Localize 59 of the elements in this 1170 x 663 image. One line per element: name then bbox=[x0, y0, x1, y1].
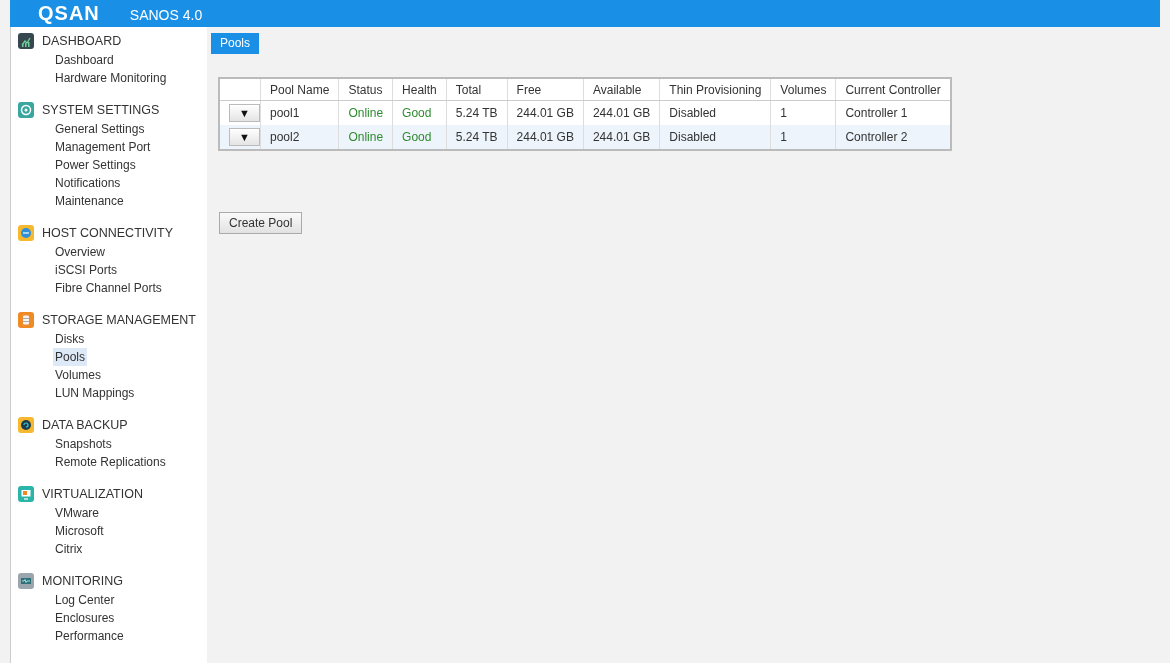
sidebar-item[interactable]: Overview bbox=[53, 243, 107, 261]
column-header: Status bbox=[338, 78, 393, 101]
gear-icon bbox=[18, 102, 34, 118]
monitor-icon bbox=[18, 486, 34, 502]
chart-icon bbox=[18, 33, 34, 49]
sidebar-item[interactable]: iSCSI Ports bbox=[53, 261, 119, 279]
column-header: Health bbox=[392, 78, 447, 101]
create-pool-button[interactable]: Create Pool bbox=[219, 212, 303, 234]
sidebar-item[interactable]: Snapshots bbox=[53, 435, 114, 453]
column-header: Pool Name bbox=[260, 78, 339, 101]
sidebar-item[interactable]: Enclosures bbox=[53, 609, 117, 627]
sidebar-item[interactable]: LUN Mappings bbox=[53, 384, 137, 402]
sidebar-item[interactable]: Log Center bbox=[53, 591, 117, 609]
sidebar-item[interactable]: Citrix bbox=[53, 540, 85, 558]
table-cell: Online bbox=[338, 125, 393, 150]
section-heading: HOST CONNECTIVITY bbox=[42, 226, 174, 240]
column-header: Thin Provisioning bbox=[659, 78, 771, 101]
sidebar-item[interactable]: Volumes bbox=[53, 366, 104, 384]
section-heading: SYSTEM SETTINGS bbox=[42, 103, 160, 117]
table-cell: pool2 bbox=[260, 125, 339, 150]
sidebar-item[interactable]: Microsoft bbox=[53, 522, 106, 540]
column-header: Current Controller bbox=[835, 78, 951, 101]
section-heading: DATA BACKUP bbox=[42, 418, 128, 432]
section-heading: DASHBOARD bbox=[42, 34, 122, 48]
pulse-icon bbox=[18, 573, 34, 589]
dropdown-button[interactable]: ▼ bbox=[229, 104, 260, 122]
column-header: Free bbox=[507, 78, 584, 101]
section-heading: MONITORING bbox=[42, 574, 124, 588]
sidebar-item[interactable]: Hardware Monitoring bbox=[53, 69, 169, 87]
table-cell: Good bbox=[392, 125, 447, 150]
product-name: SANOS 4.0 bbox=[129, 6, 203, 24]
sidebar-item[interactable]: Notifications bbox=[53, 174, 123, 192]
sidebar-item[interactable]: Dashboard bbox=[53, 51, 116, 69]
sidebar-item[interactable]: Power Settings bbox=[53, 156, 138, 174]
table-cell: 1 bbox=[770, 125, 836, 150]
sidebar-item[interactable]: VMware bbox=[53, 504, 101, 522]
table-cell: 244.01 GB bbox=[507, 125, 584, 150]
sidebar-item[interactable]: Maintenance bbox=[53, 192, 126, 210]
table-cell: 244.01 GB bbox=[583, 125, 660, 150]
sidebar-item[interactable]: Fibre Channel Ports bbox=[53, 279, 164, 297]
sidebar-item[interactable]: Performance bbox=[53, 627, 126, 645]
section-heading: VIRTUALIZATION bbox=[42, 487, 143, 501]
section-heading: STORAGE MANAGEMENT bbox=[42, 313, 196, 327]
sidebar-item[interactable]: Management Port bbox=[53, 138, 153, 156]
sidebar-item[interactable]: Remote Replications bbox=[53, 453, 168, 471]
column-header: Total bbox=[446, 78, 508, 101]
logo: QSAN bbox=[38, 2, 100, 24]
sidebar-item[interactable]: Pools bbox=[53, 348, 88, 366]
sidebar-item[interactable]: General Settings bbox=[53, 120, 147, 138]
database-icon bbox=[18, 312, 34, 328]
column-header: Volumes bbox=[770, 78, 836, 101]
table-cell: 5.24 TB bbox=[446, 125, 508, 150]
backup-icon bbox=[18, 417, 34, 433]
dropdown-button[interactable]: ▼ bbox=[229, 128, 260, 146]
sidebar-item[interactable]: Disks bbox=[53, 330, 87, 348]
table-cell: Disabled bbox=[659, 125, 771, 150]
column-header: Available bbox=[583, 78, 660, 101]
table-cell: Controller 2 bbox=[835, 125, 951, 150]
globe-icon bbox=[18, 225, 34, 241]
